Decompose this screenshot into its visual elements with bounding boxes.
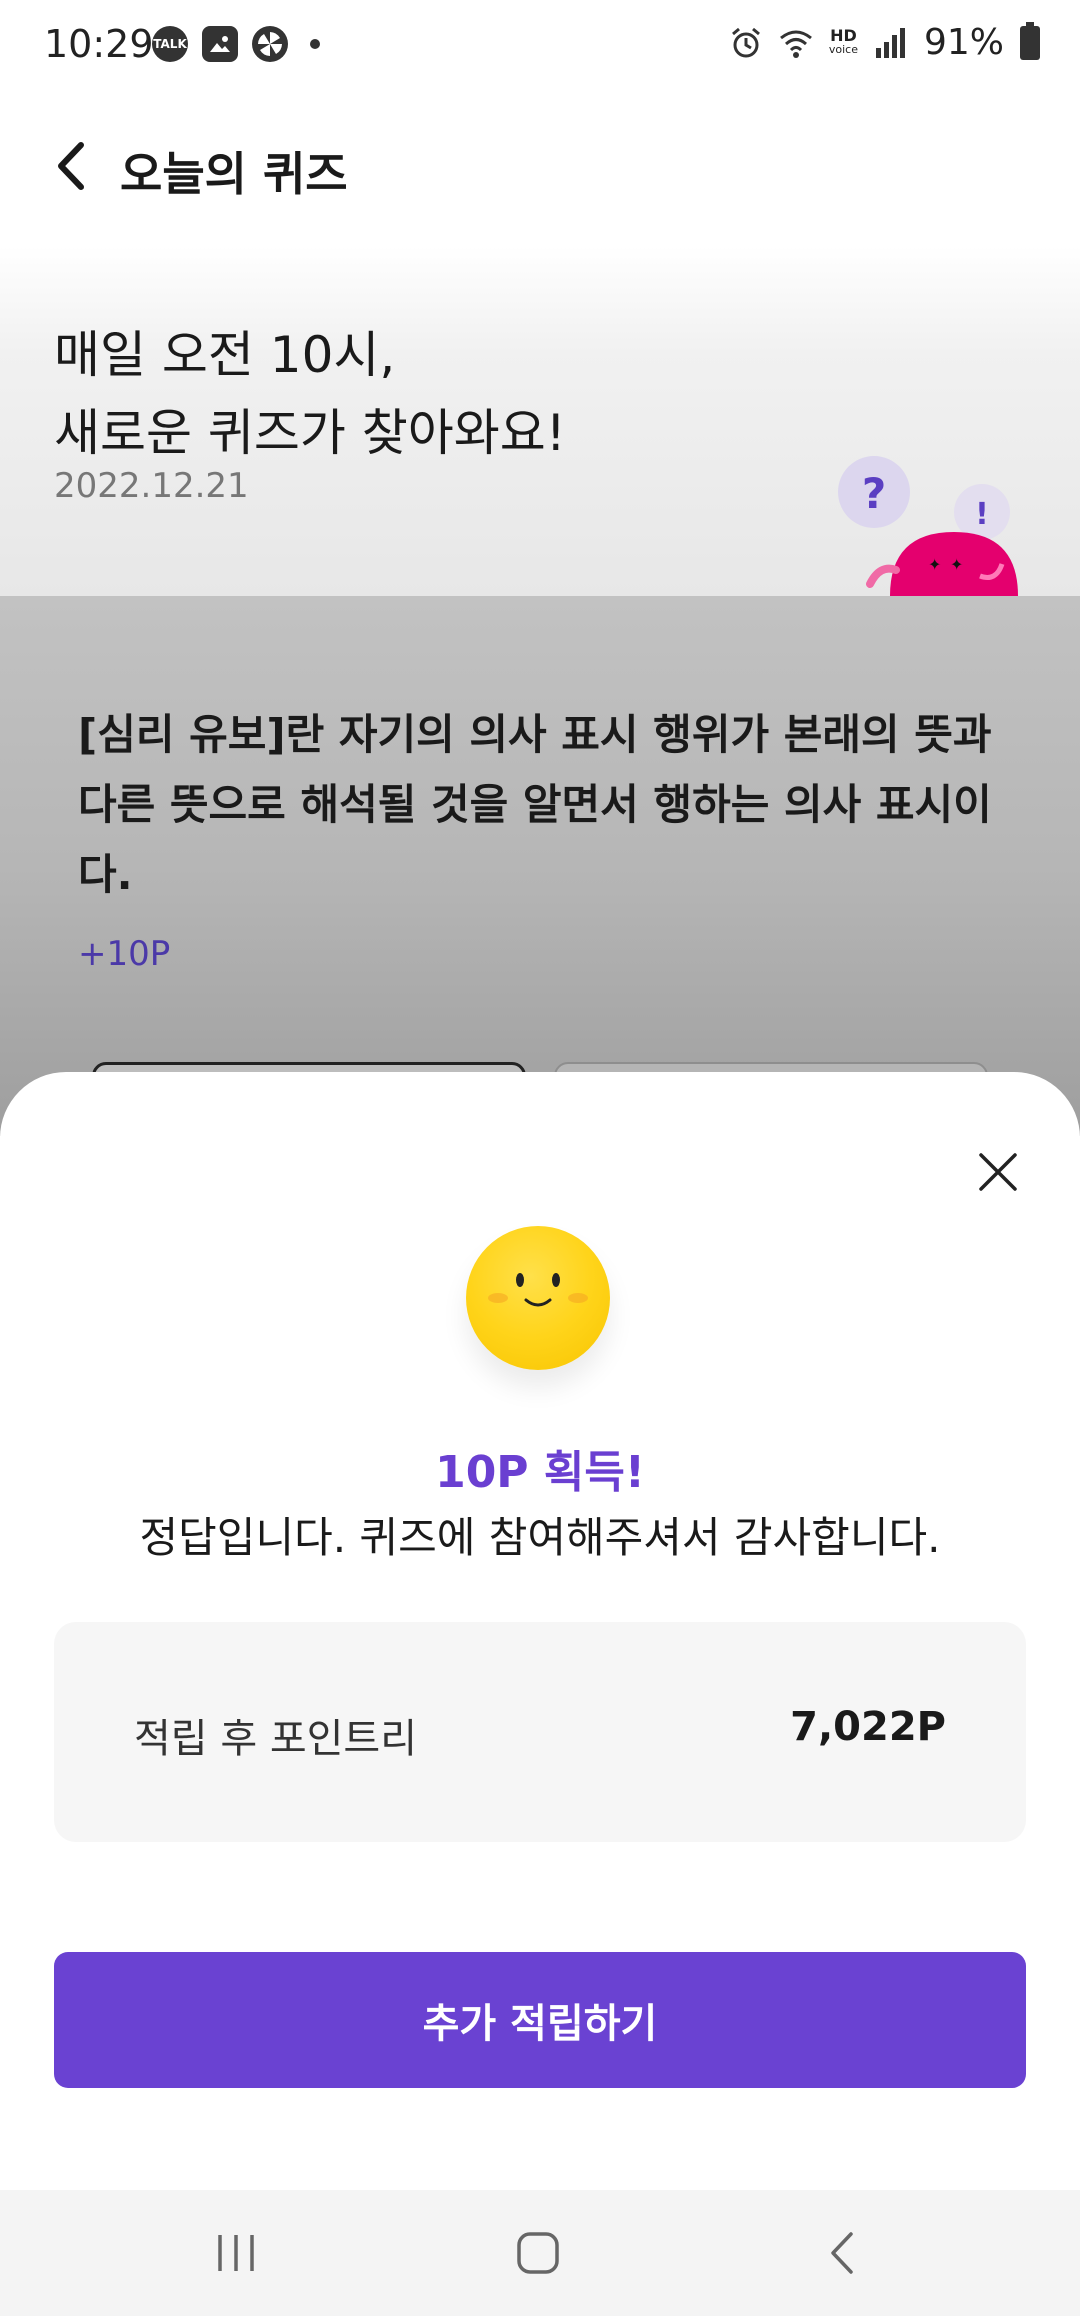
- points-label: 적립 후 포인트리: [134, 1716, 418, 1762]
- voice-label: voice: [828, 42, 858, 56]
- pinwheel-icon: [252, 26, 288, 62]
- close-button[interactable]: [966, 1140, 1030, 1204]
- quiz-question: [심리 유보]란 자기의 의사 표시 행위가 본래의 뜻과 다른 뜻으로 해석될…: [78, 710, 992, 899]
- reward-title: 10P 획득!: [435, 1447, 645, 1498]
- page-title: 오늘의 퀴즈: [120, 147, 348, 201]
- home-button[interactable]: [498, 2220, 578, 2286]
- nav-back-button[interactable]: [802, 2220, 882, 2286]
- points-value: 7,022P: [790, 1704, 946, 1750]
- points-card: 적립 후 포인트리 7,022P: [54, 1622, 1026, 1842]
- battery-icon: [1020, 21, 1040, 60]
- status-time: 10:29: [44, 22, 154, 66]
- recents-button[interactable]: [196, 2220, 276, 2286]
- app-header: 오늘의 퀴즈: [0, 96, 1080, 246]
- battery-percent: 91%: [923, 22, 1004, 63]
- home-icon: [517, 2232, 559, 2274]
- quiz-question-area: [심리 유보]란 자기의 의사 표시 행위가 본래의 뜻과 다른 뜻으로 해석될…: [0, 596, 1080, 1142]
- close-icon: [979, 1153, 1017, 1191]
- talk-icon: TALK: [152, 26, 188, 62]
- quiz-date: 2022.12.21: [54, 466, 249, 506]
- exclaim-mark: !: [975, 497, 989, 532]
- earn-more-label: 추가 적립하기: [422, 2001, 658, 2047]
- navigation-bar: [0, 2190, 1080, 2316]
- earn-more-button[interactable]: 추가 적립하기: [54, 1952, 1026, 2088]
- hero-title-line1: 매일 오전 10시,: [54, 326, 396, 384]
- system-icons: HD voice 91%: [729, 21, 1040, 63]
- gallery-icon: [202, 26, 238, 62]
- hd-voice-icon: HD voice: [828, 25, 858, 57]
- dot-icon: [310, 39, 320, 49]
- notification-icons: TALK: [152, 26, 320, 62]
- hd-label: HD: [830, 25, 857, 45]
- chevron-left-icon: [58, 142, 84, 190]
- smiley-icon: [466, 1226, 610, 1370]
- back-icon: [831, 2232, 853, 2274]
- signal-icon: [875, 27, 905, 58]
- quiz-points: +10P: [78, 934, 171, 974]
- question-mark: ?: [862, 469, 886, 518]
- hero-title: 매일 오전 10시, 새로운 퀴즈가 찾아와요!: [54, 316, 566, 472]
- back-button[interactable]: [40, 136, 100, 196]
- mascot-illustration: ? ! ✦ ✦: [838, 456, 1018, 596]
- svg-text:✦: ✦: [950, 555, 963, 574]
- status-bar: 10:29 TALK HD voice 91%: [0, 0, 1080, 96]
- result-bottom-sheet: 10P 획득! 정답입니다. 퀴즈에 참여해주셔서 감사합니다. 적립 후 포인…: [0, 1072, 1080, 2190]
- reward-message: 정답입니다. 퀴즈에 참여해주셔서 감사합니다.: [139, 1513, 941, 1562]
- svg-text:✦: ✦: [928, 555, 941, 574]
- alarm-icon: [731, 27, 760, 57]
- wifi-icon: [779, 30, 812, 58]
- hero-title-line2: 새로운 퀴즈가 찾아와요!: [54, 404, 566, 462]
- hero-banner: 매일 오전 10시, 새로운 퀴즈가 찾아와요! 2022.12.21 ? ! …: [0, 246, 1080, 596]
- recents-icon: [218, 2235, 254, 2271]
